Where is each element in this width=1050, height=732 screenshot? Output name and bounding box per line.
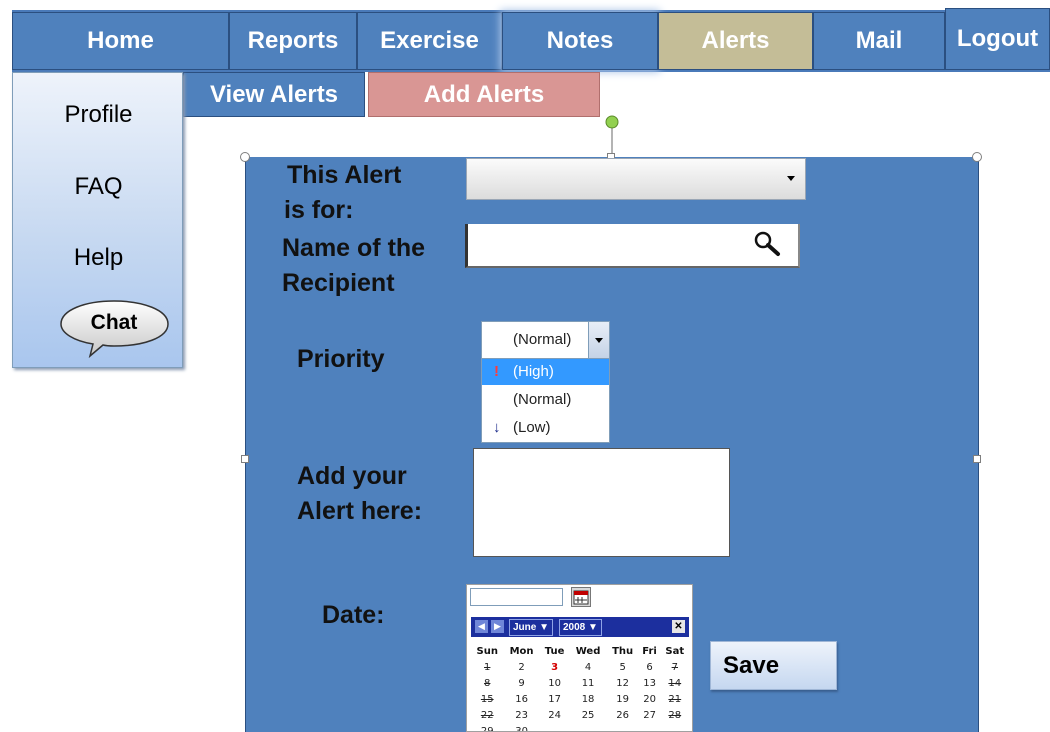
calendar-day[interactable]: 25: [569, 707, 606, 723]
calendar-day[interactable]: 7: [661, 659, 689, 675]
calendar-day[interactable]: 2: [503, 659, 539, 675]
priority-label: Priority: [297, 345, 385, 373]
calendar-weekday: Mon: [509, 645, 534, 657]
resize-handle-top-right[interactable]: [972, 152, 982, 162]
calendar-day[interactable]: 11: [569, 675, 606, 691]
recipient-search-input[interactable]: [465, 224, 800, 268]
chat-label: Chat: [90, 311, 138, 334]
calendar-day[interactable]: 8: [471, 675, 503, 691]
calendar-day[interactable]: 1: [471, 659, 503, 675]
calendar-day[interactable]: 4: [569, 659, 606, 675]
resize-handle-left[interactable]: [241, 455, 249, 463]
calendar-day[interactable]: 9: [503, 675, 539, 691]
date-picker: ◀ ▶ June ▼ 2008 ▼ ✕ Sun Mon Tue Wed Thu Fri Sa…: [466, 584, 693, 732]
calendar-day[interactable]: 17: [540, 691, 570, 707]
exclamation-icon: !: [494, 363, 499, 380]
subtab-add-alerts[interactable]: Add Alerts: [368, 72, 600, 117]
month-select[interactable]: June ▼: [509, 619, 554, 636]
close-icon[interactable]: ✕: [672, 620, 685, 633]
calendar-day[interactable]: 6: [639, 659, 661, 675]
calendar-day[interactable]: 12: [607, 675, 639, 691]
nav-mail[interactable]: Mail: [813, 12, 945, 70]
priority-option-low[interactable]: ↓ (Low): [482, 415, 609, 441]
calendar-weekday: Fri: [642, 645, 657, 657]
resize-handle-top-left[interactable]: [240, 152, 250, 162]
dropdown-arrow-icon: [787, 176, 795, 181]
priority-select[interactable]: (Normal): [481, 321, 610, 359]
calendar-day[interactable]: 20: [639, 691, 661, 707]
subtab-view-alerts[interactable]: View Alerts: [183, 72, 365, 117]
calendar-button[interactable]: [571, 587, 591, 607]
calendar-weekday: Sat: [665, 645, 685, 657]
search-icon[interactable]: [752, 230, 782, 258]
calendar-day[interactable]: 28: [661, 707, 689, 723]
calendar-day[interactable]: 14: [661, 675, 689, 691]
sidebar-item-profile[interactable]: Profile: [13, 101, 184, 129]
nav-reports[interactable]: Reports: [229, 12, 357, 70]
resize-handle-right[interactable]: [973, 455, 981, 463]
calendar-day[interactable]: 21: [661, 691, 689, 707]
alert-for-label: This Alert is for:: [284, 161, 402, 224]
calendar-day[interactable]: 19: [607, 691, 639, 707]
sidebar-item-help[interactable]: Help: [13, 244, 184, 272]
calendar-weekday: Wed: [575, 645, 601, 657]
alert-text-label: Add your Alert here:: [297, 462, 423, 525]
calendar-day[interactable]: 3: [540, 659, 570, 675]
nav-home[interactable]: Home: [12, 12, 229, 70]
priority-dropdown-button[interactable]: [588, 322, 609, 358]
calendar-day[interactable]: 15: [471, 691, 503, 707]
calendar-grid: Sun Mon Tue Wed Thu Fri Sat 1 2 3 4 5 6 7 8 9 10 11 12 13 1…: [471, 643, 689, 732]
calendar-day[interactable]: 22: [471, 707, 503, 723]
prev-month-icon[interactable]: ◀: [475, 620, 488, 633]
chevron-down-icon: [595, 338, 603, 343]
calendar-day[interactable]: 23: [503, 707, 539, 723]
year-select[interactable]: 2008 ▼: [559, 619, 602, 636]
calendar-day[interactable]: 24: [540, 707, 570, 723]
chat-button[interactable]: Chat: [60, 299, 170, 359]
priority-options-list: ! (High) (Normal) ↓ (Low): [481, 358, 610, 443]
calendar-day[interactable]: 16: [503, 691, 539, 707]
nav-exercise[interactable]: Exercise: [357, 12, 502, 70]
nav-notes[interactable]: Notes: [502, 12, 658, 70]
priority-selected-value: (Normal): [513, 331, 572, 348]
save-button[interactable]: Save: [710, 641, 837, 690]
nav-logout[interactable]: Logout: [945, 8, 1050, 70]
calendar-day: [569, 723, 606, 731]
calendar-day[interactable]: 29: [471, 723, 503, 732]
next-month-icon[interactable]: ▶: [491, 620, 504, 633]
calendar-day[interactable]: 5: [607, 659, 639, 675]
sidebar: Profile FAQ Help Chat: [12, 72, 183, 368]
date-label: Date:: [322, 601, 385, 629]
calendar-day[interactable]: 18: [569, 691, 606, 707]
calendar-day[interactable]: 30: [503, 723, 539, 732]
calendar-weekday: Sun: [476, 645, 498, 657]
calendar-day: [607, 723, 639, 731]
calendar-icon: [573, 590, 589, 605]
calendar-day: [661, 723, 689, 731]
date-input[interactable]: [470, 588, 563, 606]
calendar-day[interactable]: 27: [639, 707, 661, 723]
priority-option-normal[interactable]: (Normal): [482, 387, 609, 413]
alert-for-select[interactable]: [466, 158, 806, 200]
calendar-day: [639, 723, 661, 731]
calendar-header: ◀ ▶ June ▼ 2008 ▼ ✕: [471, 617, 689, 637]
calendar-weekday: Tue: [544, 645, 565, 657]
nav-alerts[interactable]: Alerts: [658, 12, 813, 70]
alert-text-area[interactable]: [473, 448, 730, 557]
calendar-weekday: Thu: [612, 645, 634, 657]
calendar-day[interactable]: 10: [540, 675, 570, 691]
rotate-handle-icon[interactable]: [602, 114, 622, 154]
recipient-label: Name of the Recipient: [282, 234, 426, 297]
priority-option-high[interactable]: ! (High): [482, 359, 609, 385]
down-arrow-icon: ↓: [493, 419, 501, 436]
calendar-day[interactable]: 13: [639, 675, 661, 691]
sidebar-item-faq[interactable]: FAQ: [13, 173, 184, 201]
calendar-day[interactable]: 26: [607, 707, 639, 723]
calendar-day: [540, 723, 570, 731]
